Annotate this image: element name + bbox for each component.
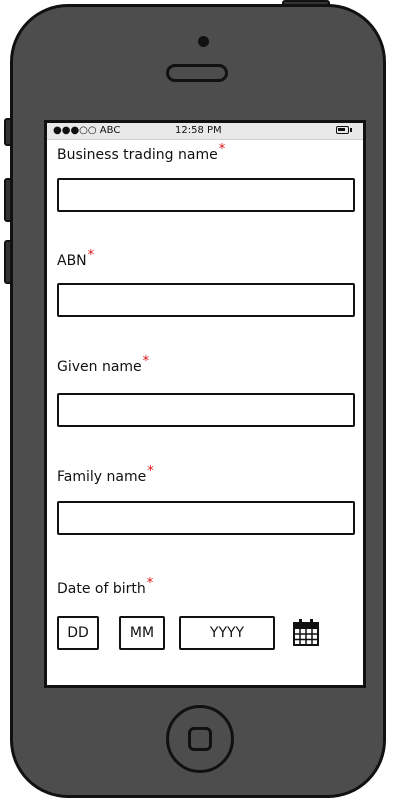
home-button[interactable] [166, 705, 234, 773]
given-name-input[interactable] [57, 393, 355, 427]
dob-month-input[interactable]: MM [119, 616, 165, 650]
required-mark: * [87, 248, 95, 264]
phone-screen: ●●●○○ ABC 12:58 PM Business trading name… [44, 120, 366, 688]
page: ●●●○○ ABC 12:58 PM Business trading name… [0, 0, 394, 802]
dob-label: Date of birth* [57, 577, 153, 597]
speaker-grille [166, 64, 228, 82]
required-mark: * [147, 464, 154, 480]
abn-label: ABN* [57, 249, 94, 269]
dob-day-input[interactable]: DD [57, 616, 99, 650]
business-name-input[interactable] [57, 178, 355, 212]
status-time: 12:58 PM [175, 125, 222, 136]
abn-label-text: ABN [57, 253, 87, 269]
required-mark: * [218, 142, 226, 158]
family-name-label: Family name* [57, 465, 154, 485]
family-name-label-text: Family name [57, 469, 147, 485]
dob-day-placeholder: DD [67, 625, 89, 641]
business-name-label-text: Business trading name [57, 147, 218, 163]
abn-input[interactable] [57, 283, 355, 317]
carrier-label: ●●●○○ ABC [53, 125, 121, 136]
given-name-label-text: Given name [57, 359, 142, 375]
business-name-label: Business trading name* [57, 143, 225, 163]
dob-year-placeholder: YYYY [209, 625, 245, 641]
battery-icon [336, 126, 352, 134]
given-name-label: Given name* [57, 355, 149, 375]
dob-month-placeholder: MM [129, 625, 155, 641]
required-mark: * [142, 354, 150, 370]
calendar-icon[interactable] [291, 617, 321, 647]
required-mark: * [146, 576, 154, 592]
family-name-input[interactable] [57, 501, 355, 535]
home-square-icon [188, 727, 212, 751]
dob-label-text: Date of birth [57, 581, 146, 597]
dob-year-input[interactable]: YYYY [179, 616, 275, 650]
status-bar: ●●●○○ ABC 12:58 PM [47, 123, 363, 140]
camera-icon [198, 36, 209, 47]
